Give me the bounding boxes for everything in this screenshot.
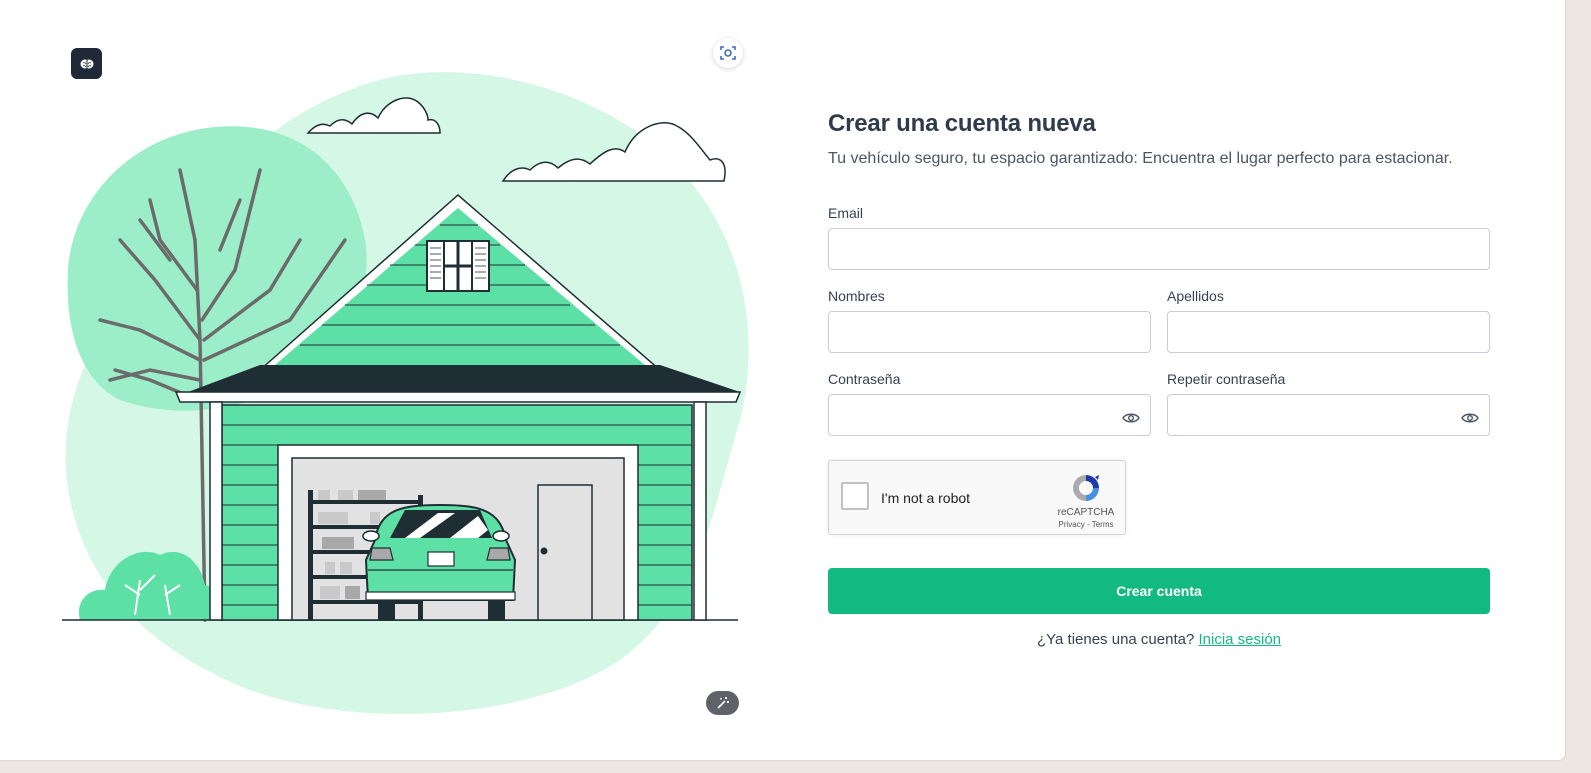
page-card: Crear una cuenta nueva Tu vehículo segur…: [0, 0, 1566, 761]
app-logo[interactable]: [71, 48, 102, 79]
signup-form: Crear una cuenta nueva Tu vehículo segur…: [828, 110, 1490, 648]
eave: [174, 391, 742, 403]
password-repeat-label: Repetir contraseña: [1167, 371, 1286, 387]
first-name-label: Nombres: [828, 288, 885, 304]
password-repeat-group: Repetir contraseña: [1167, 371, 1490, 436]
password-field[interactable]: [828, 394, 1151, 436]
recaptcha-icon: [1073, 475, 1099, 501]
email-label: Email: [828, 205, 864, 221]
downspout-right: [693, 401, 707, 621]
garage-illustration: [62, 72, 749, 714]
recaptcha-separator: -: [1084, 520, 1092, 529]
brain-icon: [80, 59, 93, 68]
magic-wand-button[interactable]: [706, 691, 739, 715]
roof-band: [188, 365, 740, 392]
last-name-field[interactable]: [1167, 311, 1490, 353]
eye-icon[interactable]: [1122, 412, 1140, 424]
name-row: Nombres Apellidos: [828, 288, 1490, 353]
recaptcha-links: Privacy - Terms: [1049, 520, 1123, 529]
page-subtitle: Tu vehículo seguro, tu espacio garantiza…: [828, 150, 1453, 167]
first-name-group: Nombres: [828, 288, 1151, 353]
last-name-group: Apellidos: [1167, 288, 1490, 353]
recaptcha-label: I'm not a robot: [881, 490, 971, 506]
eye-icon[interactable]: [1461, 412, 1479, 424]
recaptcha-terms-link[interactable]: Terms: [1092, 520, 1114, 529]
downspout-left: [209, 401, 223, 621]
password-row: Contraseña Repetir contraseña: [828, 371, 1490, 436]
create-account-button[interactable]: Crear cuenta: [828, 568, 1490, 614]
login-prompt-line: ¿Ya tienes una cuenta? Inicia sesión: [828, 631, 1490, 648]
first-name-field[interactable]: [828, 311, 1151, 353]
magic-wand-icon: [716, 697, 729, 709]
recaptcha-checkbox[interactable]: [841, 482, 869, 510]
password-label: Contraseña: [828, 371, 901, 387]
recaptcha-brand: reCAPTCHA: [1057, 507, 1115, 518]
login-link[interactable]: Inicia sesión: [1198, 631, 1281, 648]
recaptcha-privacy-link[interactable]: Privacy: [1059, 520, 1085, 529]
scan-icon: [720, 46, 736, 60]
last-name-label: Apellidos: [1167, 288, 1224, 304]
email-field[interactable]: [828, 228, 1490, 270]
scan-button[interactable]: [713, 38, 743, 68]
password-group: Contraseña: [828, 371, 1151, 436]
recaptcha-widget: I'm not a robot reCAPTCHA Privacy - Term…: [828, 460, 1126, 535]
login-prompt: ¿Ya tienes una cuenta?: [1036, 631, 1195, 648]
page-title: Crear una cuenta nueva: [828, 110, 1096, 137]
email-group: Email: [828, 205, 1490, 270]
password-repeat-field[interactable]: [1167, 394, 1490, 436]
